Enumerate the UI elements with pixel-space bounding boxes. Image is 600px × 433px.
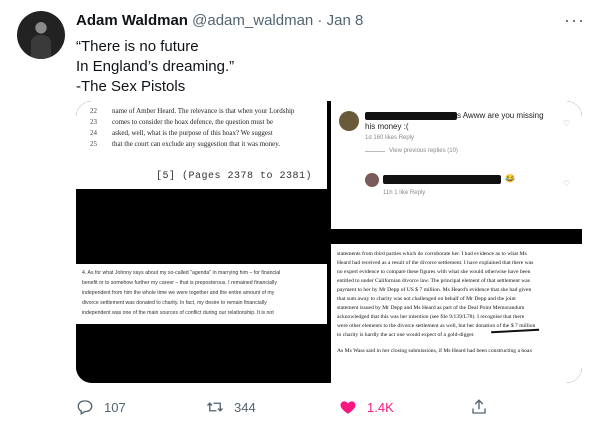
tweet: Adam Waldman @adam_waldman · Jan 8 ··· “… bbox=[0, 0, 600, 433]
judgment-line: no expert evidence to compare these figu… bbox=[337, 269, 531, 275]
media-image-2[interactable]: s Awww are you missing his money :( 1d 1… bbox=[331, 101, 582, 240]
tweet-header: Adam Waldman @adam_waldman · Jan 8 bbox=[76, 12, 363, 29]
redaction-bar bbox=[365, 112, 457, 120]
judgment-excerpt: statements from third parties which do c… bbox=[331, 244, 582, 383]
pen-mark bbox=[490, 324, 540, 334]
judgment-line: statements from third parties which do c… bbox=[337, 251, 527, 257]
transcript-excerpt: 22 name of Amber Heard. The relevance is … bbox=[76, 101, 327, 189]
page-reference: [5] (Pages 2378 to 2381) bbox=[156, 171, 313, 182]
comment-meta: 1d 160 likes Reply bbox=[365, 135, 415, 141]
tweet-line: “There is no future bbox=[76, 38, 199, 55]
display-name[interactable]: Adam Waldman bbox=[76, 12, 188, 29]
comment-text: his money :( bbox=[365, 122, 409, 131]
heart-icon: ♡ bbox=[563, 179, 571, 188]
media-image-3[interactable]: 4. As for what Johnny says about my so-c… bbox=[76, 244, 327, 383]
emoji: 😂 bbox=[505, 174, 515, 183]
judgment-line: As Ms Wass said in her closing submissio… bbox=[337, 348, 533, 354]
reply-button[interactable]: 107 bbox=[76, 398, 126, 416]
judgment-line: entitled to under Californian divorce la… bbox=[337, 278, 530, 284]
more-icon[interactable]: ··· bbox=[564, 10, 585, 31]
commenter-avatar bbox=[339, 111, 359, 131]
transcript-line: 24 asked, well, what is the purpose of th… bbox=[90, 129, 273, 137]
tweet-line: In England’s dreaming.” bbox=[76, 58, 235, 75]
tweet-line: -The Sex Pistols bbox=[76, 78, 186, 95]
redaction-bar bbox=[383, 175, 501, 184]
statement-line: divorce settlement was donated to charit… bbox=[82, 300, 267, 306]
statement-line: independent was one of the main sources … bbox=[82, 310, 274, 316]
heart-icon bbox=[340, 401, 356, 414]
retweet-count: 344 bbox=[234, 399, 256, 415]
judgment-line: acknowledged that this was her intention… bbox=[337, 314, 525, 320]
view-replies: View previous replies (10) bbox=[389, 148, 458, 154]
media-grid: 22 name of Amber Heard. The relevance is … bbox=[76, 101, 582, 383]
transcript-line: 22 name of Amber Heard. The relevance is … bbox=[90, 107, 295, 115]
statement-line: independent from him the whole time we w… bbox=[82, 290, 275, 296]
heart-icon: ♡ bbox=[563, 119, 571, 128]
media-image-1[interactable]: 22 name of Amber Heard. The relevance is … bbox=[76, 101, 327, 240]
like-count: 1.4K bbox=[367, 399, 394, 415]
handle[interactable]: @adam_waldman bbox=[192, 12, 313, 29]
tweet-actions: 107 344 1.4K bbox=[76, 398, 582, 422]
statement-line: benefit or to somehow further my career … bbox=[82, 280, 277, 286]
judgment-line: that sum away to charity was not challen… bbox=[337, 296, 516, 302]
judgment-line: statement issued by Mr Depp and Ms Heard… bbox=[337, 305, 525, 311]
retweet-button[interactable]: 344 bbox=[206, 398, 256, 416]
separator: · bbox=[313, 12, 327, 29]
judgment-line: to charity is hardly the act one would e… bbox=[337, 332, 475, 338]
judgment-line: Heard had received as a result of the di… bbox=[337, 260, 534, 266]
transcript-line: 23 comes to consider the hoax defence, th… bbox=[90, 118, 273, 126]
retweet-icon bbox=[207, 402, 223, 412]
share-icon bbox=[472, 399, 486, 414]
comment-screenshot: s Awww are you missing his money :( 1d 1… bbox=[331, 101, 582, 229]
statement-excerpt: 4. As for what Johnny says about my so-c… bbox=[76, 264, 327, 324]
reply-icon bbox=[77, 400, 93, 415]
transcript-line: 25 that the court can exclude any suggest… bbox=[90, 140, 281, 148]
timestamp[interactable]: Jan 8 bbox=[327, 12, 364, 29]
divider bbox=[365, 151, 385, 152]
tweet-text: “There is no future In England’s dreamin… bbox=[76, 37, 234, 97]
media-image-4[interactable]: statements from third parties which do c… bbox=[331, 244, 582, 383]
comment-meta: 11h 1 like Reply bbox=[383, 190, 426, 196]
avatar[interactable] bbox=[17, 11, 65, 59]
statement-line: 4. As for what Johnny says about my so-c… bbox=[82, 270, 281, 276]
share-button[interactable] bbox=[470, 398, 498, 416]
commenter-avatar bbox=[365, 173, 379, 187]
comment-text: s Awww are you missing bbox=[457, 111, 544, 120]
reply-count: 107 bbox=[104, 399, 126, 415]
like-button[interactable]: 1.4K bbox=[339, 398, 394, 416]
judgment-line: payment to her by Mr Depp of US $ 7 mill… bbox=[337, 287, 532, 293]
